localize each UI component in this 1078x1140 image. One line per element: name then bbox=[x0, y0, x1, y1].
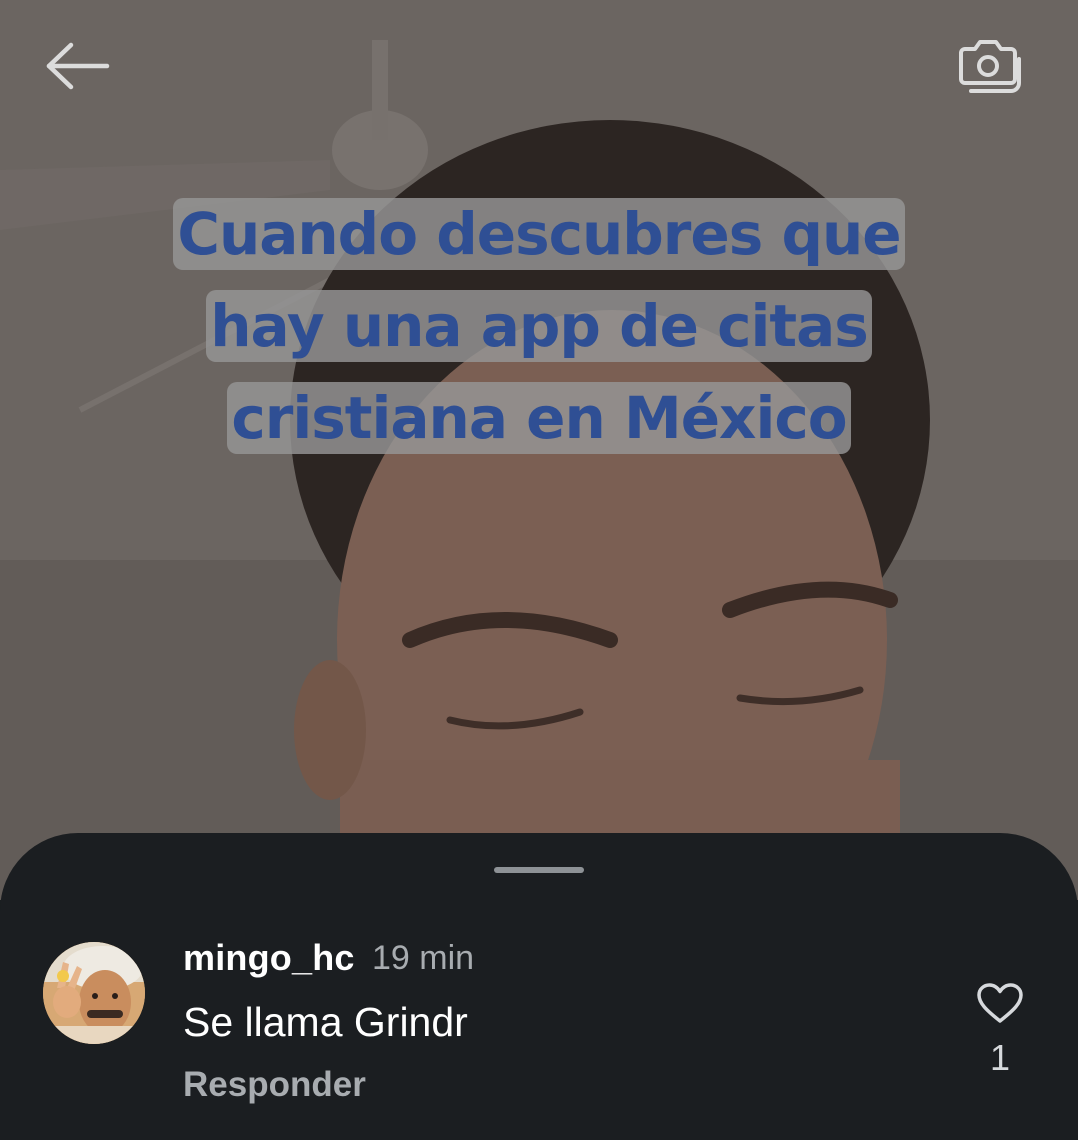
like-button[interactable] bbox=[970, 973, 1030, 1033]
heart-outline-icon bbox=[977, 983, 1023, 1023]
video-frame[interactable]: Cuando descubres que hay una app de cita… bbox=[0, 0, 1078, 900]
reply-button[interactable]: Responder bbox=[183, 1065, 366, 1105]
camera-button[interactable] bbox=[948, 26, 1028, 106]
caption-line-1: Cuando descubres que bbox=[173, 198, 905, 270]
back-button[interactable] bbox=[38, 26, 118, 106]
arrow-left-icon bbox=[46, 42, 110, 90]
avatar[interactable] bbox=[43, 942, 145, 1044]
caption-line-3: cristiana en México bbox=[227, 382, 851, 454]
like-count: 1 bbox=[989, 1037, 1011, 1078]
comments-sheet: mingo_hc 19 min Se llama Grindr Responde… bbox=[0, 833, 1078, 1140]
avatar-image bbox=[43, 942, 145, 1044]
reel-viewer: Cuando descubres que hay una app de cita… bbox=[0, 0, 1078, 1140]
comment-timestamp: 19 min bbox=[372, 939, 475, 977]
caption-line-2: hay una app de citas bbox=[206, 290, 872, 362]
comment-item: mingo_hc 19 min Se llama Grindr Responde… bbox=[0, 833, 1078, 1140]
camera-icon bbox=[959, 40, 1021, 93]
video-caption-overlay: Cuando descubres que hay una app de cita… bbox=[100, 188, 978, 464]
comment-username[interactable]: mingo_hc bbox=[183, 937, 355, 979]
comment-text: Se llama Grindr bbox=[183, 999, 468, 1045]
